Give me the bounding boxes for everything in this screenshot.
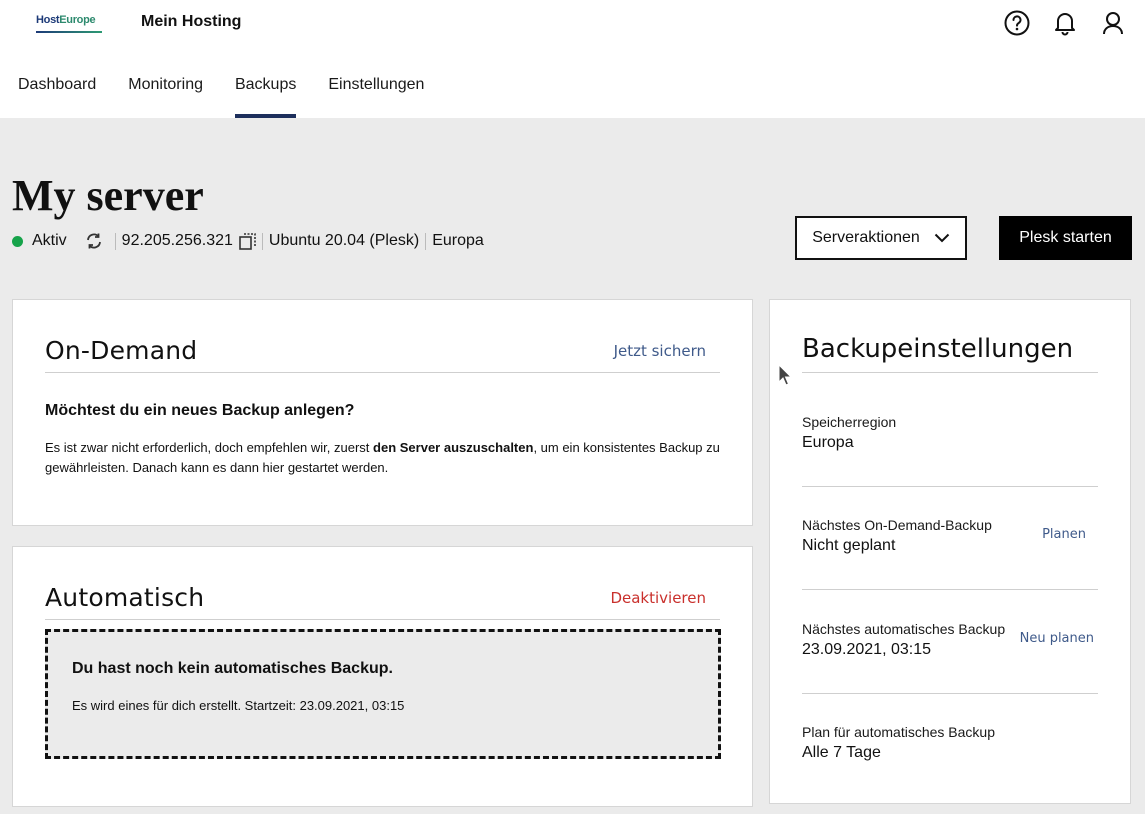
tab-einstellungen[interactable]: Einstellungen (328, 60, 424, 118)
app-title: Mein Hosting (141, 13, 242, 30)
setting-automatic-plan: Plan für automatisches Backup Alle 7 Tag… (802, 724, 1098, 762)
server-actions-label: Serveraktionen (812, 229, 920, 246)
refresh-icon[interactable] (85, 232, 103, 250)
divider (425, 232, 427, 250)
automatic-card: Automatisch Deaktivieren Du hast noch ke… (12, 546, 753, 807)
setting-label: Speicherregion (802, 414, 897, 430)
empty-backup-box: Du hast noch kein automatisches Backup. … (45, 629, 721, 759)
copy-icon[interactable] (239, 232, 256, 250)
backup-settings-card: Backupeinstellungen Speicherregion Europ… (769, 299, 1131, 804)
server-meta: Aktiv 92.205.256.321 Ubuntu 20.04 (Plesk… (12, 230, 484, 252)
main-tabs: Dashboard Monitoring Backups Einstellung… (18, 60, 424, 118)
settings-title-rule (802, 372, 1098, 373)
logo-europe-text: Europe (59, 14, 96, 26)
logo-host-text: Host (36, 14, 60, 26)
server-actions-button[interactable]: Serveraktionen (795, 216, 967, 260)
setting-next-ondemand: Nächstes On-Demand-Backup Nicht geplant … (802, 517, 1098, 555)
logo-underline (36, 31, 102, 33)
reschedule-link[interactable]: Neu planen (1020, 631, 1094, 646)
shutdown-hint: den Server auszuschalten (373, 440, 534, 455)
user-icon[interactable] (1099, 9, 1127, 37)
ondemand-title: On-Demand (45, 336, 198, 365)
chevron-down-icon (934, 233, 950, 243)
ondemand-description: Es ist zwar nicht erforderlich, doch emp… (45, 440, 720, 475)
automatic-header: Automatisch Deaktivieren (45, 547, 720, 620)
tab-backups[interactable]: Backups (234, 60, 297, 118)
divider (802, 693, 1098, 694)
page-title: My server (12, 171, 204, 220)
tab-monitoring[interactable]: Monitoring (128, 60, 203, 118)
divider (802, 486, 1098, 487)
setting-value: Alle 7 Tage (802, 744, 881, 761)
os-text: Ubuntu 20.04 (Plesk) (268, 232, 420, 249)
setting-label: Plan für automatisches Backup (802, 724, 995, 740)
status-text: Aktiv (32, 232, 67, 249)
deactivate-link[interactable]: Deaktivieren (610, 589, 706, 607)
mouse-cursor-icon (778, 364, 792, 386)
setting-next-automatic: Nächstes automatisches Backup 23.09.2021… (802, 621, 1098, 659)
plan-link[interactable]: Planen (1042, 527, 1086, 542)
divider (802, 589, 1098, 590)
ondemand-header: On-Demand Jetzt sichern (45, 300, 720, 373)
ip-address: 92.205.256.321 (121, 232, 233, 249)
empty-backup-text: Es wird eines für dich erstellt. Startze… (72, 698, 405, 713)
plesk-start-button[interactable]: Plesk starten (999, 216, 1132, 260)
host-europe-logo[interactable]: HostEurope (36, 14, 102, 34)
empty-backup-title: Du hast noch kein automatisches Backup. (72, 660, 393, 677)
divider (261, 232, 263, 250)
divider (114, 232, 116, 250)
setting-storage-region: Speicherregion Europa (802, 414, 1098, 452)
top-icons (1003, 9, 1127, 37)
top-bar: HostEurope Mein Hosting Dashboard Monito… (0, 0, 1145, 118)
setting-value: Europa (802, 434, 854, 451)
bell-icon[interactable] (1051, 9, 1079, 37)
backup-now-link[interactable]: Jetzt sichern (614, 342, 706, 360)
settings-title: Backupeinstellungen (802, 334, 1074, 364)
tab-dashboard[interactable]: Dashboard (18, 60, 96, 118)
ondemand-question: Möchtest du ein neues Backup anlegen? (45, 402, 355, 419)
region-text: Europa (432, 232, 484, 249)
ondemand-card: On-Demand Jetzt sichern Möchtest du ein … (12, 299, 753, 526)
help-icon[interactable] (1003, 9, 1031, 37)
status-dot (12, 235, 23, 247)
automatic-title: Automatisch (45, 583, 205, 612)
